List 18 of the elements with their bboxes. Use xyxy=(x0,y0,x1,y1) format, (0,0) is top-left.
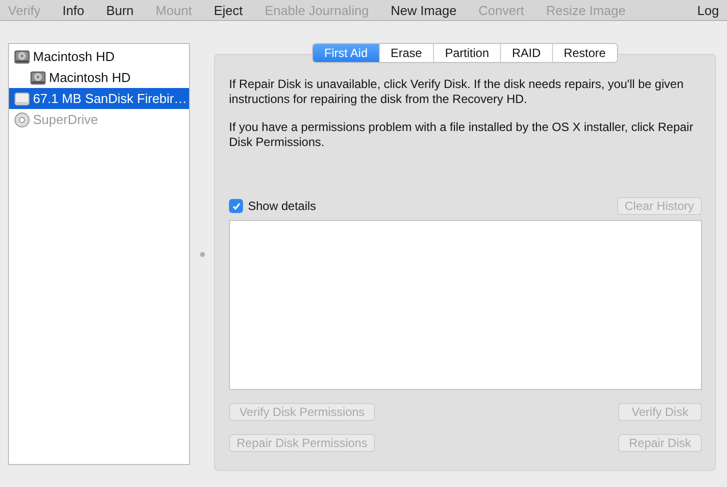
sidebar-item[interactable]: Macintosh HD xyxy=(9,46,189,67)
sidebar-item[interactable]: 67.1 MB SanDisk Firebir… xyxy=(9,88,189,109)
toolbar-item[interactable]: Info xyxy=(62,2,84,18)
disc-icon xyxy=(14,112,30,128)
tab[interactable]: First Aid xyxy=(313,44,379,62)
toolbar-item[interactable]: Eject xyxy=(214,2,243,18)
instructions-text: If you have a permissions problem with a file installed by the OS X installer, click Repair Disk Permissions. xyxy=(229,120,694,150)
instructions-text: If Repair Disk is unavailable, click Verify Disk. If the disk needs repairs, you'll be given instructions for repairing the disk from the Recovery HD. xyxy=(229,77,684,107)
checkmark-icon xyxy=(232,202,240,210)
split-handle[interactable] xyxy=(200,252,204,256)
toolbar-item[interactable]: New Image xyxy=(390,2,457,18)
sidebar-item[interactable]: Macintosh HD xyxy=(9,67,189,88)
checkbox-label: Show details xyxy=(248,199,316,213)
toolbar-item[interactable]: Log xyxy=(697,2,719,18)
drive-icon xyxy=(14,90,30,106)
tab[interactable]: Restore xyxy=(552,44,617,62)
toolbar-item[interactable]: Burn xyxy=(106,2,134,18)
checkbox[interactable] xyxy=(229,199,243,213)
